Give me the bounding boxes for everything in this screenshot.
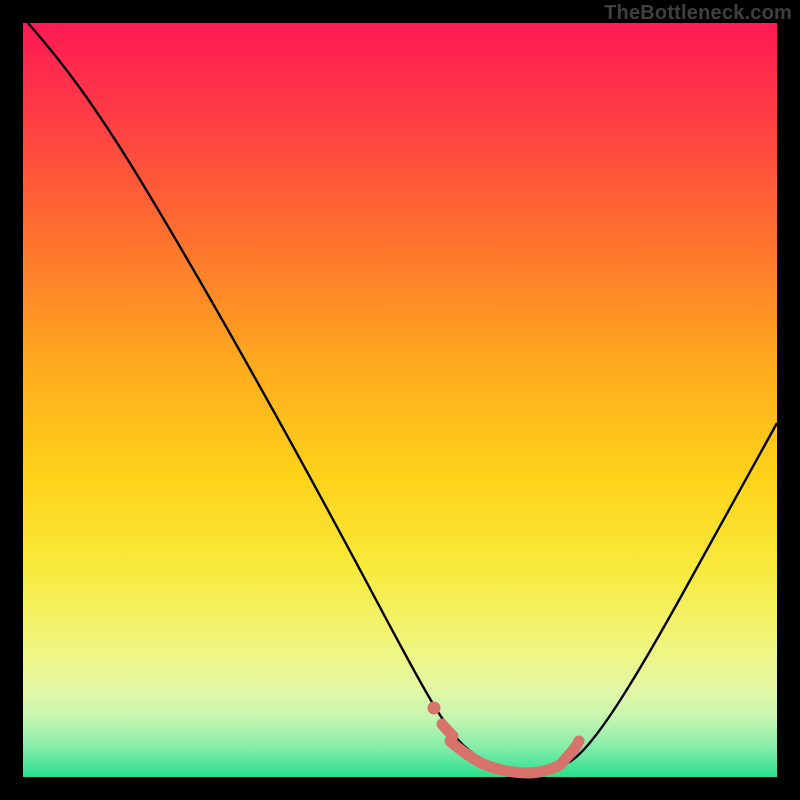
bottleneck-curve [28, 23, 777, 773]
highlight-dot [428, 702, 441, 715]
bottleneck-curve-svg [23, 23, 777, 777]
watermark-text: TheBottleneck.com [604, 2, 792, 25]
plot-area [23, 23, 777, 777]
frame: TheBottleneck.com [0, 0, 800, 800]
highlight-segment [442, 724, 579, 773]
